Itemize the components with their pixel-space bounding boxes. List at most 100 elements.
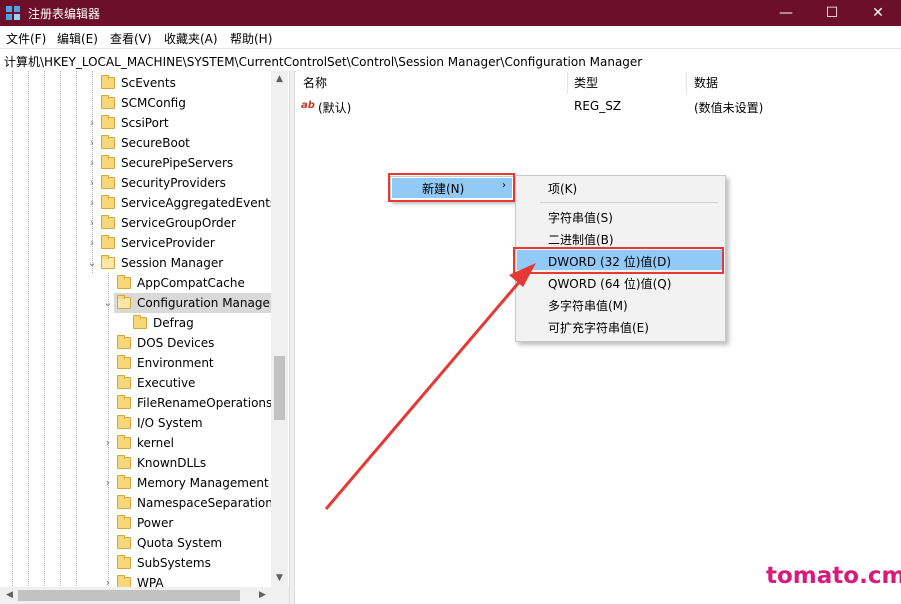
- tree-item[interactable]: DOS Devices: [0, 333, 272, 353]
- tree-item-label: SecurityProviders: [121, 176, 226, 190]
- chevron-right-icon[interactable]: ›: [87, 233, 97, 253]
- scroll-down-arrow-icon[interactable]: ▼: [271, 573, 288, 583]
- tree-item-label: Quota System: [137, 536, 223, 550]
- folder-icon: [101, 115, 115, 129]
- chevron-right-icon[interactable]: ›: [103, 573, 113, 588]
- tree-item[interactable]: › ServiceGroupOrder: [0, 213, 272, 233]
- tree-item-label: SCMConfig: [121, 96, 186, 110]
- tree-item[interactable]: Executive: [0, 373, 272, 393]
- tree-item-label: kernel: [137, 436, 174, 450]
- tree-item[interactable]: SubSystems: [0, 553, 272, 573]
- menu-view[interactable]: 查看(V): [110, 30, 152, 47]
- tree-item-label: SecureBoot: [121, 136, 190, 150]
- tree-item-label: Environment: [137, 356, 214, 370]
- tree-item[interactable]: › SecureBoot: [0, 133, 272, 153]
- tree-item[interactable]: ScEvents: [0, 73, 272, 93]
- folder-icon: [133, 315, 147, 329]
- tree-item[interactable]: Quota System: [0, 533, 272, 553]
- chevron-right-icon[interactable]: ›: [87, 193, 97, 213]
- address-path[interactable]: 计算机\HKEY_LOCAL_MACHINE\SYSTEM\CurrentCon…: [4, 53, 642, 70]
- folder-icon: [101, 175, 115, 189]
- tree-item[interactable]: › SecurePipeServers: [0, 153, 272, 173]
- string-value-icon: ab: [301, 100, 315, 111]
- tree-horizontal-scroll-thumb[interactable]: [18, 590, 240, 601]
- chevron-down-icon[interactable]: ⌄: [87, 253, 97, 273]
- tree-item-label: ServiceGroupOrder: [121, 216, 236, 230]
- tree-item-label: Configuration Manager: [137, 296, 275, 310]
- scroll-up-arrow-icon[interactable]: ▲: [271, 74, 288, 84]
- folder-icon: [117, 395, 131, 409]
- tree-item-label: Executive: [137, 376, 196, 390]
- chevron-right-icon[interactable]: ›: [87, 213, 97, 233]
- submenu-separator: [540, 202, 718, 203]
- tree-item-label: I/O System: [137, 416, 203, 430]
- watermark: tomato.cm: [766, 563, 901, 589]
- tree-item-label: KnownDLLs: [137, 456, 207, 470]
- tree-item[interactable]: SCMConfig: [0, 93, 272, 113]
- chevron-right-icon[interactable]: ›: [103, 433, 113, 453]
- folder-icon: [117, 335, 131, 349]
- menu-file[interactable]: 文件(F): [6, 30, 46, 47]
- tree-vertical-scrollbar[interactable]: [271, 71, 288, 588]
- tree-item[interactable]: Power: [0, 513, 272, 533]
- menu-edit[interactable]: 编辑(E): [57, 30, 98, 47]
- submenu-item-multi-string[interactable]: 多字符串值(M): [548, 297, 628, 314]
- tree-item[interactable]: Environment: [0, 353, 272, 373]
- chevron-down-icon[interactable]: ⌄: [103, 293, 113, 313]
- folder-icon: [117, 515, 131, 529]
- chevron-right-icon[interactable]: ›: [87, 153, 97, 173]
- tree-item[interactable]: › ScsiPort: [0, 113, 272, 133]
- tree-item[interactable]: Defrag: [0, 313, 272, 333]
- column-separator[interactable]: [686, 72, 687, 94]
- tree-item[interactable]: AppCompatCache: [0, 273, 272, 293]
- tree-item[interactable]: ⌄ Session Manager: [0, 253, 272, 273]
- folder-icon: [101, 215, 115, 229]
- tree-item-label: Defrag: [153, 316, 194, 330]
- menu-help[interactable]: 帮助(H): [230, 30, 272, 47]
- submenu-item-key[interactable]: 项(K): [548, 180, 577, 197]
- tree-item-label: Memory Management: [137, 476, 269, 490]
- scroll-left-arrow-icon[interactable]: ◀: [1, 590, 18, 600]
- chevron-right-icon[interactable]: ›: [87, 133, 97, 153]
- tree-item[interactable]: FileRenameOperations: [0, 393, 272, 413]
- submenu-item-binary[interactable]: 二进制值(B): [548, 231, 614, 248]
- tree-item[interactable]: › Memory Management: [0, 473, 272, 493]
- column-header-name[interactable]: 名称: [303, 74, 327, 91]
- folder-icon: [101, 235, 115, 249]
- chevron-right-icon[interactable]: ›: [103, 473, 113, 493]
- folder-icon: [117, 455, 131, 469]
- submenu-item-qword[interactable]: QWORD (64 位)值(Q): [548, 275, 671, 292]
- scroll-right-arrow-icon[interactable]: ▶: [254, 590, 271, 600]
- chevron-right-icon[interactable]: ›: [87, 173, 97, 193]
- pane-splitter[interactable]: [289, 71, 295, 604]
- submenu-item-string[interactable]: 字符串值(S): [548, 209, 613, 226]
- minimize-button[interactable]: —: [763, 0, 809, 26]
- folder-icon: [117, 495, 131, 509]
- tree-item[interactable]: › WPA: [0, 573, 272, 588]
- column-header-data[interactable]: 数据: [694, 74, 718, 91]
- tree-item[interactable]: ⌄ Configuration Manager: [0, 293, 275, 313]
- tree-item-label: ServiceAggregatedEvents: [121, 196, 277, 210]
- tree-item[interactable]: I/O System: [0, 413, 272, 433]
- tree-item[interactable]: › kernel: [0, 433, 272, 453]
- folder-icon: [117, 355, 131, 369]
- maximize-button[interactable]: ☐: [809, 0, 855, 26]
- value-name[interactable]: (默认): [318, 99, 351, 116]
- tree-item-label: DOS Devices: [137, 336, 215, 350]
- tree-item[interactable]: › SecurityProviders: [0, 173, 272, 193]
- folder-icon: [101, 95, 115, 109]
- tree-item[interactable]: › ServiceAggregatedEvents: [0, 193, 276, 213]
- column-separator[interactable]: [567, 72, 568, 94]
- close-button[interactable]: ✕: [855, 0, 901, 26]
- tree-item[interactable]: KnownDLLs: [0, 453, 272, 473]
- tree-item[interactable]: NamespaceSeparation: [0, 493, 273, 513]
- column-header-type[interactable]: 类型: [574, 74, 598, 91]
- menu-favorites[interactable]: 收藏夹(A): [164, 30, 218, 47]
- tree-item[interactable]: › ServiceProvider: [0, 233, 272, 253]
- chevron-right-icon[interactable]: ›: [87, 113, 97, 133]
- submenu-item-expandable-string[interactable]: 可扩充字符串值(E): [548, 319, 649, 336]
- tree-vertical-scroll-thumb[interactable]: [274, 356, 285, 420]
- registry-tree[interactable]: ScEvents SCMConfig › ScsiPort › SecureBoot › Se…: [0, 71, 289, 588]
- address-bar[interactable]: 计算机\HKEY_LOCAL_MACHINE\SYSTEM\CurrentCon…: [0, 48, 901, 72]
- annotation-highlight-box: [513, 247, 724, 274]
